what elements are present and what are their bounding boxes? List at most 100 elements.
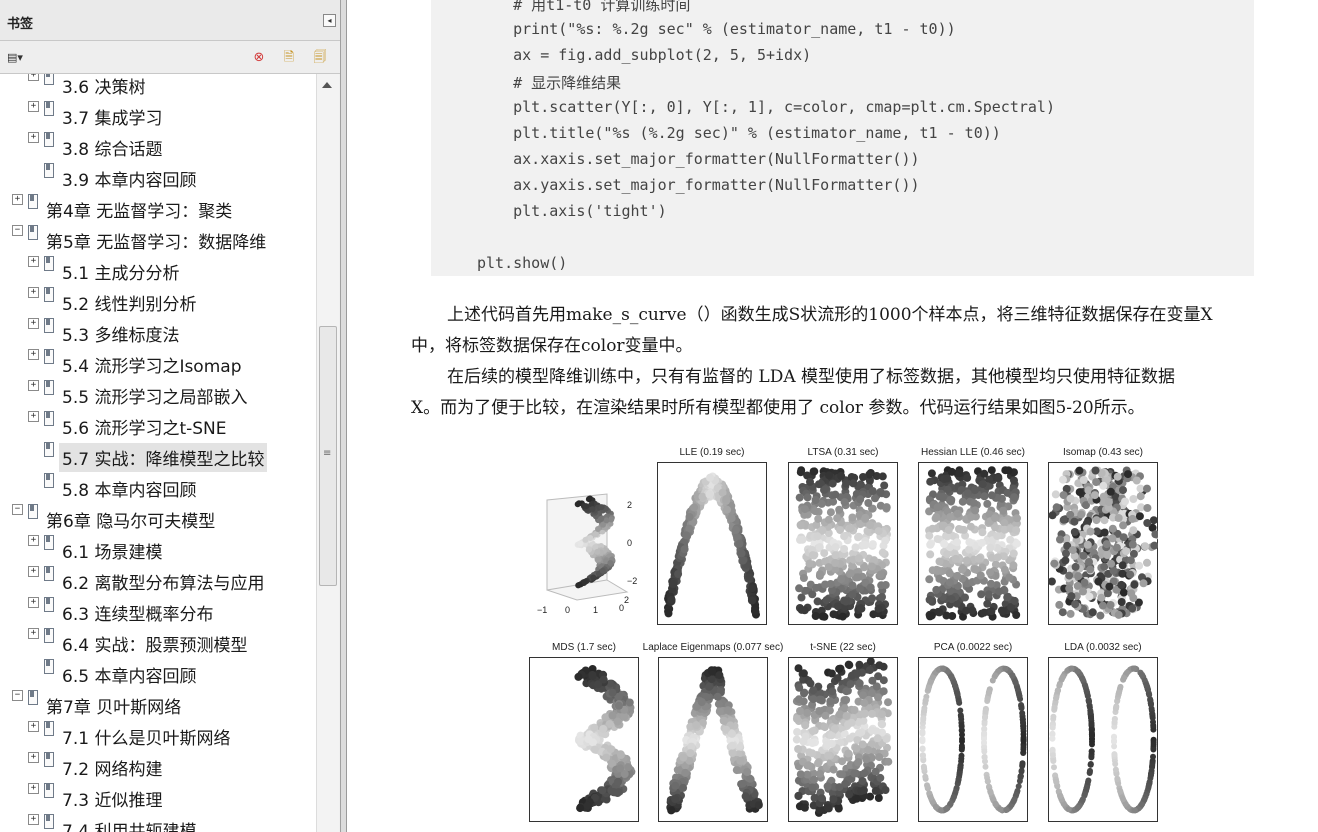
code-line: plt.show() [477,254,568,272]
bookmark-label: 6.2 离散型分布算法与应用 [62,574,265,594]
options-menu-button[interactable]: ▤▾ [7,51,33,65]
bookmark-item[interactable]: +6.1 场景建模 [0,533,316,563]
bookmark-label: 7.3 近似推理 [62,791,163,811]
paragraph-2-line-2: X。而为了便于比较，在渲染结果时所有模型都使用了 color 参数。代码运行结果… [411,398,1145,418]
subplot: Isomap (0.43 sec) [1048,447,1158,625]
bookmark-label: 5.2 线性判别分析 [62,295,197,315]
bookmark-icon [44,628,54,643]
z-tick-label: −2 [627,576,638,586]
bookmark-item[interactable]: 6.5 本章内容回顾 [0,657,316,687]
subplot: LDA (0.0032 sec) [1048,642,1158,822]
bookmark-icon [28,225,38,240]
expand-icon[interactable]: + [28,74,39,81]
expand-icon[interactable]: + [28,101,39,112]
bookmark-icon [44,318,54,333]
subplot-title: LLE (0.19 sec) [679,447,745,458]
bookmark-item[interactable]: +5.6 流形学习之t-SNE [0,409,316,439]
bookmark-item[interactable]: +5.4 流形学习之Isomap [0,347,316,377]
bookmark-item[interactable]: +3.8 综合话题 [0,130,316,160]
expand-bookmark-icon[interactable]: 🗐 [311,49,329,67]
collapse-icon[interactable]: − [12,225,23,236]
expand-icon[interactable]: + [28,349,39,360]
bookmark-label: 6.5 本章内容回顾 [62,667,197,687]
expand-icon[interactable]: + [28,535,39,546]
collapse-panel-button[interactable]: ◂ [323,14,336,27]
expand-icon[interactable]: + [28,411,39,422]
collapse-icon[interactable]: − [12,690,23,701]
expand-icon[interactable]: + [28,721,39,732]
bookmark-icon [44,659,54,674]
delete-bookmark-icon[interactable]: ⊗ [250,49,268,67]
expand-icon[interactable]: + [28,752,39,763]
bookmark-label: 5.4 流形学习之Isomap [62,357,242,377]
expand-icon[interactable]: + [28,628,39,639]
new-bookmark-icon[interactable]: 🗎 [280,49,298,67]
x-tick-label: 0 [565,605,571,615]
bookmark-label: 5.3 多维标度法 [62,326,180,346]
bookmark-item[interactable]: − 第6章 隐马尔可夫模型 [0,502,316,532]
z-tick-label: 2 [627,500,633,510]
bookmark-icon [44,597,54,612]
bookmark-label: 7.4 利用共轭建模 [62,822,197,832]
bookmark-item[interactable]: +7.3 近似推理 [0,781,316,811]
bookmark-item[interactable]: 5.7 实战：降维模型之比较 [0,440,316,472]
bookmark-item[interactable]: 5.8 本章内容回顾 [0,471,316,501]
expand-icon[interactable]: + [28,287,39,298]
expand-icon[interactable]: + [28,783,39,794]
bookmark-label: 第4章 无监督学习：聚类 [46,202,233,222]
bookmark-item[interactable]: +7.2 网络构建 [0,750,316,780]
grip-icon: ≡ [323,448,332,459]
scroll-up-icon[interactable] [322,82,332,88]
bookmark-scrollbar[interactable]: ≡ [316,74,339,832]
scroll-thumb[interactable]: ≡ [319,326,337,586]
bookmark-icon [44,783,54,798]
scurve-3d-plot [527,490,637,620]
bookmark-item[interactable]: +6.3 连续型概率分布 [0,595,316,625]
z-tick-label: 0 [627,538,633,548]
bookmark-label: 3.9 本章内容回顾 [62,171,197,191]
bookmark-item[interactable]: +3.6 决策树 [0,74,316,98]
bookmark-item[interactable]: 3.9 本章内容回顾 [0,161,316,191]
bookmark-icon [44,163,54,178]
bookmark-item[interactable]: + 第4章 无监督学习：聚类 [0,192,316,222]
expand-icon[interactable]: + [28,132,39,143]
bookmark-label: 6.1 场景建模 [62,543,163,563]
bookmark-icon [28,690,38,705]
bookmark-label: 第7章 贝叶斯网络 [46,698,182,718]
expand-icon[interactable]: + [28,814,39,825]
expand-icon[interactable]: + [28,380,39,391]
bookmark-icon [44,74,54,85]
expand-icon[interactable]: + [28,256,39,267]
subplot-title: Isomap (0.43 sec) [1062,447,1144,458]
bookmark-item[interactable]: +5.3 多维标度法 [0,316,316,346]
document-view: # 用t1-t0 计算训练时间 print("%s: %.2g sec" % (… [347,0,1318,832]
bookmark-label: 第6章 隐马尔可夫模型 [46,512,216,532]
bookmark-item[interactable]: − 第7章 贝叶斯网络 [0,688,316,718]
bookmark-item[interactable]: +5.5 流形学习之局部嵌入 [0,378,316,408]
bookmark-icon [44,411,54,426]
expand-icon[interactable]: + [28,566,39,577]
bookmark-icon [44,473,54,488]
subplot-title: t-SNE (22 sec) [810,642,876,653]
x-tick-label: −1 [537,605,548,615]
expand-icon[interactable]: + [28,318,39,329]
bookmark-item[interactable]: +5.2 线性判别分析 [0,285,316,315]
bookmark-icon [44,721,54,736]
bookmark-item[interactable]: +7.4 利用共轭建模 [0,812,316,832]
collapse-icon[interactable]: − [12,504,23,515]
bookmark-item[interactable]: +3.7 集成学习 [0,99,316,129]
figure-5-20: 2 0 −2 −1 0 1 0 2 LLE (0.19 sec) LTSA (0.31 sec) H… [527,440,1167,832]
expand-icon[interactable]: + [12,194,23,205]
bookmark-item[interactable]: +7.1 什么是贝叶斯网络 [0,719,316,749]
bookmark-item[interactable]: +5.1 主成分分析 [0,254,316,284]
bookmark-item[interactable]: +6.4 实战：股票预测模型 [0,626,316,656]
bookmarks-panel: 书签 ◂ ▤▾ ⊗ 🗎 🗐 +3.6 决策树 +3.7 集成学习 +3.8 综合话题… [0,0,341,832]
bookmark-item[interactable]: +6.2 离散型分布算法与应用 [0,564,316,594]
expand-icon[interactable]: + [28,597,39,608]
bookmark-icon [44,566,54,581]
bookmark-label: 第5章 无监督学习：数据降维 [46,233,267,253]
bookmark-label: 5.5 流形学习之局部嵌入 [62,388,248,408]
bookmark-label: 7.2 网络构建 [62,760,163,780]
subplot-title: Laplace Eigenmaps (0.077 sec) [642,642,784,653]
bookmark-item[interactable]: − 第5章 无监督学习：数据降维 [0,223,316,253]
